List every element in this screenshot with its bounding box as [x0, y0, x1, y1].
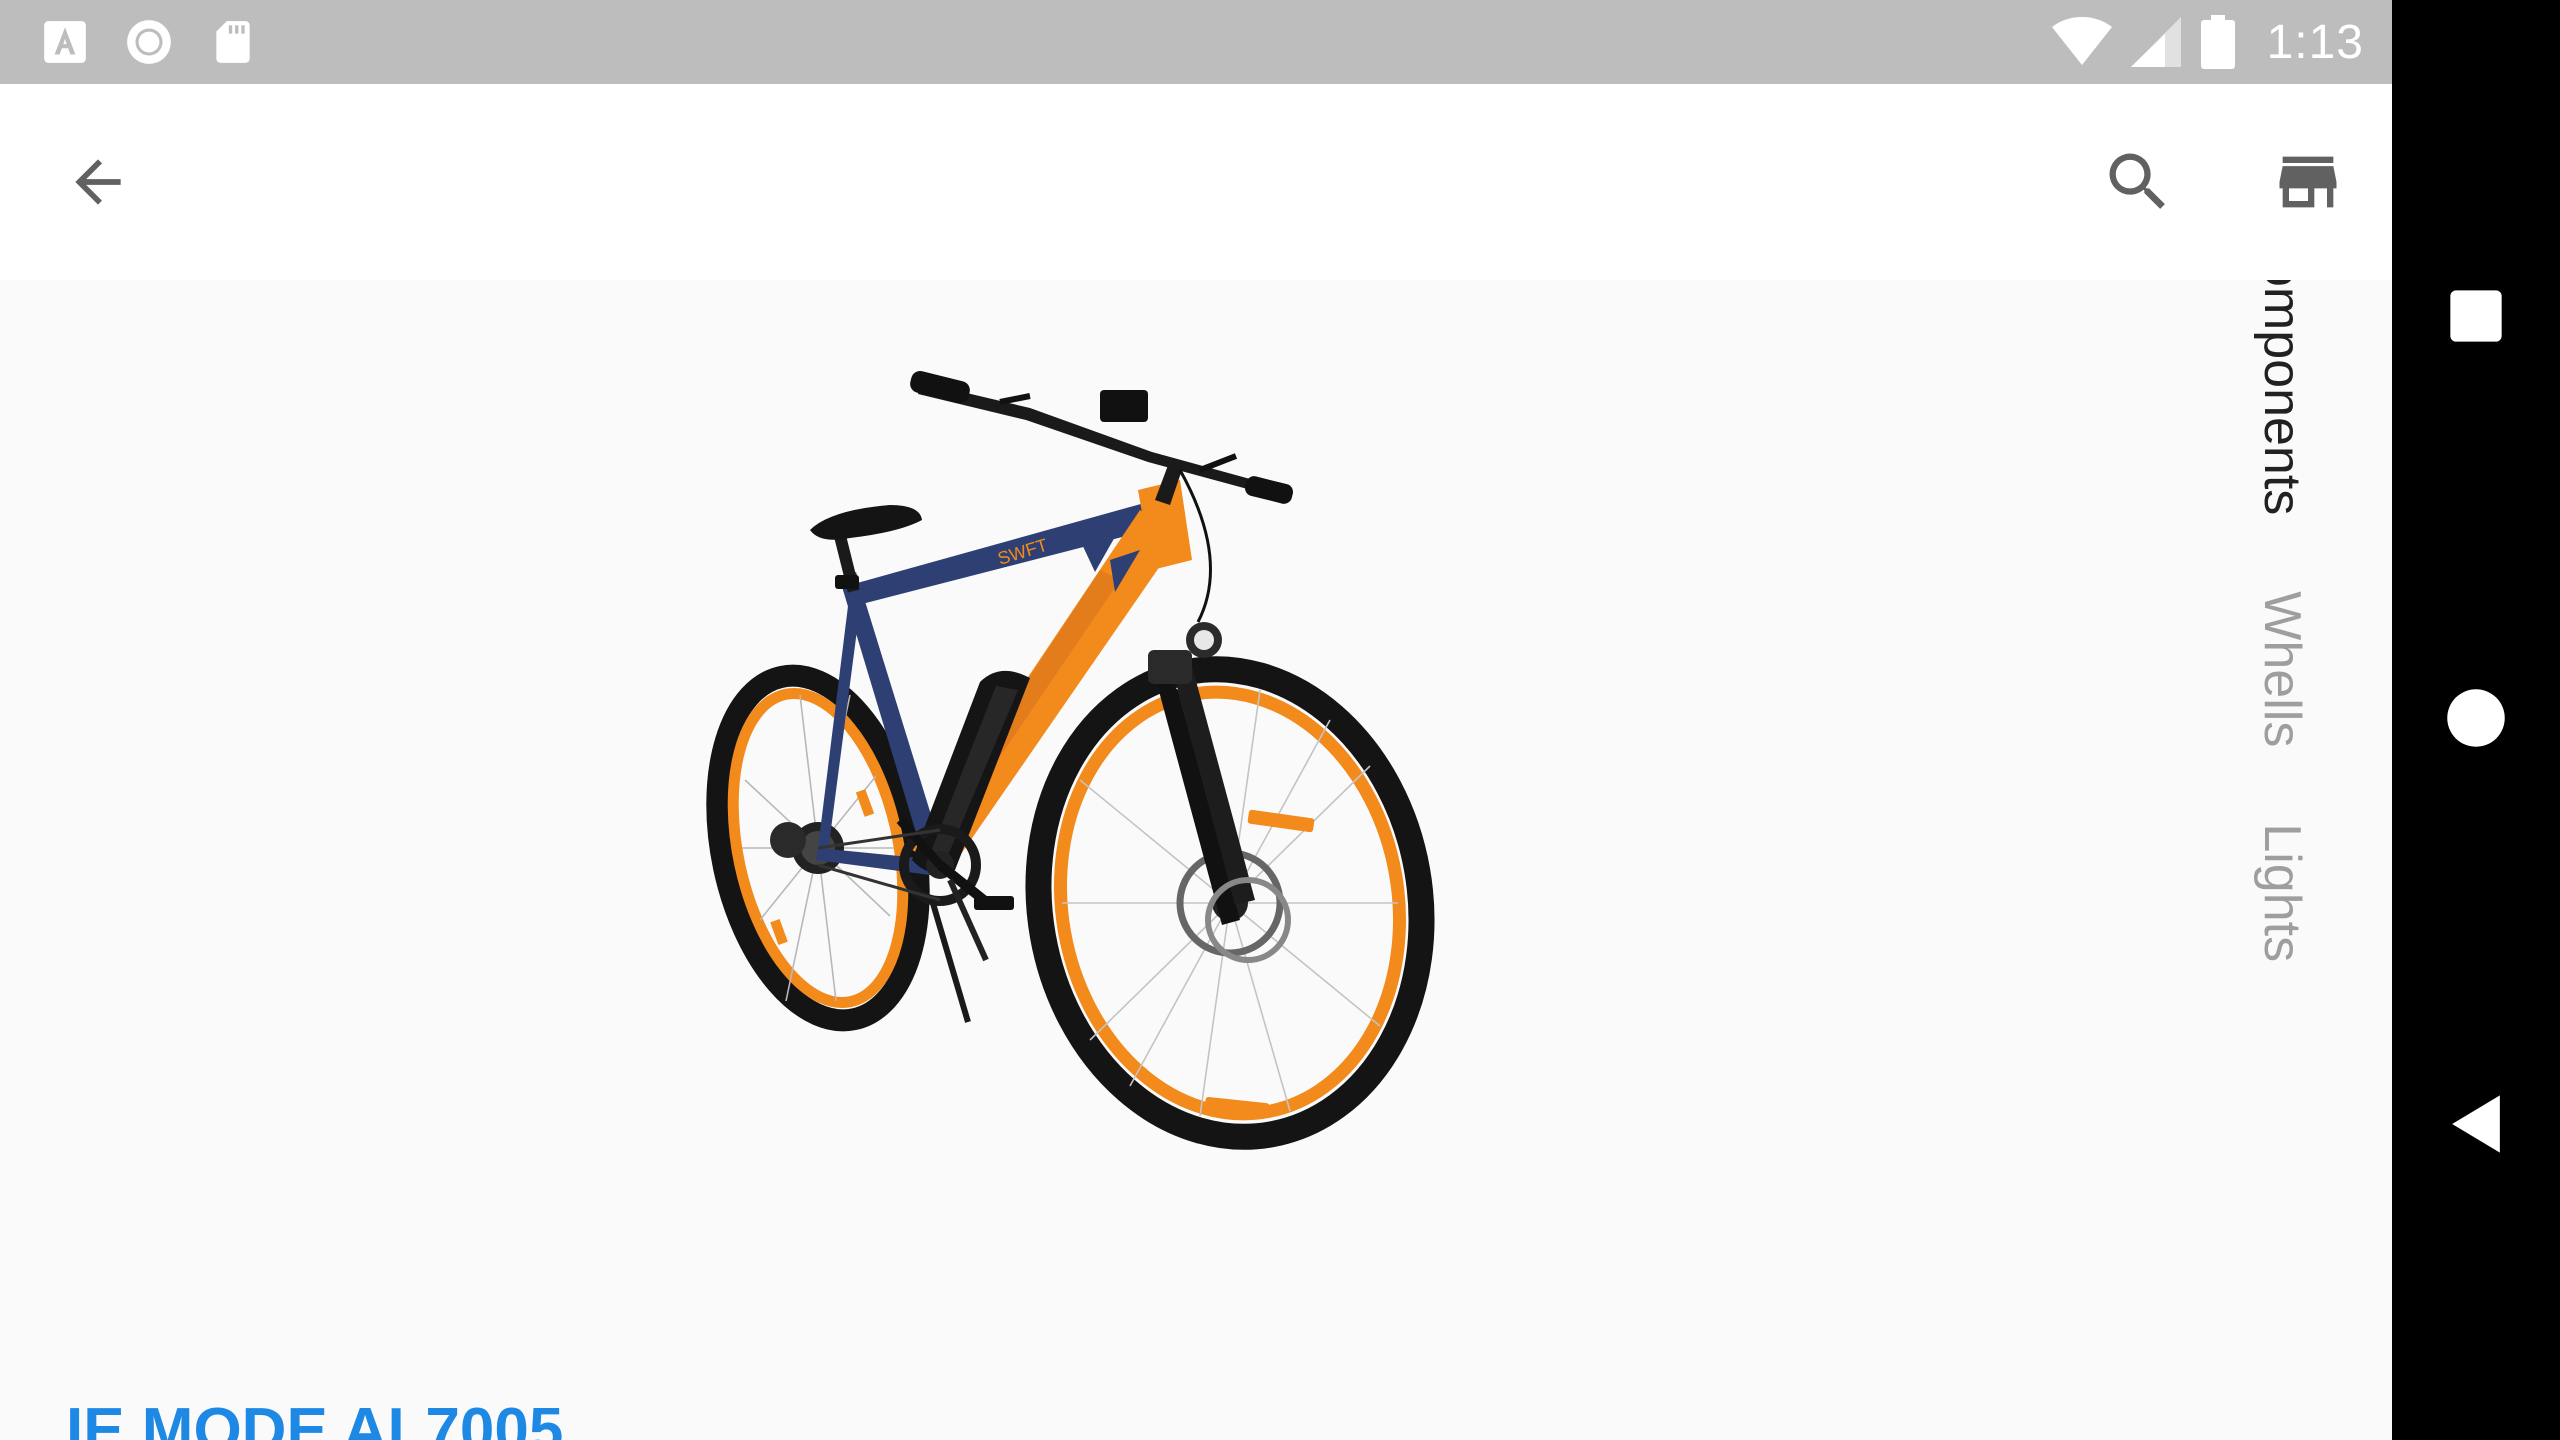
product-content: SWFT omponents Whells Lights IE MODE AL7…: [0, 280, 2392, 1440]
system-back-button[interactable]: [2426, 1074, 2526, 1174]
tab-wheels[interactable]: Whells: [2252, 591, 2312, 747]
status-bar: 1:13: [0, 0, 2392, 84]
electric-mountain-bike-image: SWFT: [706, 370, 1435, 1150]
product-title: IE MODE AL7005: [66, 1396, 564, 1440]
battery-icon: [2200, 15, 2235, 69]
status-time: 1:13: [2266, 15, 2364, 69]
navigation-bar: [2392, 0, 2560, 1440]
kickstand: [929, 899, 971, 1023]
home-button[interactable]: [2426, 668, 2526, 768]
search-button[interactable]: [2086, 130, 2190, 234]
sd-card-icon: [216, 21, 250, 63]
status-left-icons: [40, 16, 258, 68]
tab-components[interactable]: omponents: [2252, 280, 2312, 515]
app-screen: 1:13 SWFT omponents Whells Lights IE MOD…: [0, 0, 2392, 1440]
store-icon: [2279, 156, 2337, 208]
tab-lights[interactable]: Lights: [2252, 823, 2312, 962]
cell-signal-icon: [2130, 17, 2181, 67]
record-circle-icon: [127, 20, 171, 64]
recents-button[interactable]: [2426, 266, 2526, 366]
search-icon: [2109, 153, 2165, 209]
back-button[interactable]: [46, 130, 150, 234]
arrow-back-icon: [75, 159, 121, 205]
store-button[interactable]: [2256, 130, 2360, 234]
vertical-tab-bar: omponents Whells Lights: [2232, 280, 2342, 1040]
back-triangle-icon: [2452, 1095, 2500, 1153]
home-circle-icon: [2447, 689, 2505, 747]
font-download-icon: [44, 21, 86, 63]
app-bar: [0, 84, 2392, 280]
recents-square-icon: [2450, 290, 2502, 342]
wifi-icon: [2051, 17, 2112, 65]
status-right-icons: 1:13: [2051, 12, 2364, 72]
